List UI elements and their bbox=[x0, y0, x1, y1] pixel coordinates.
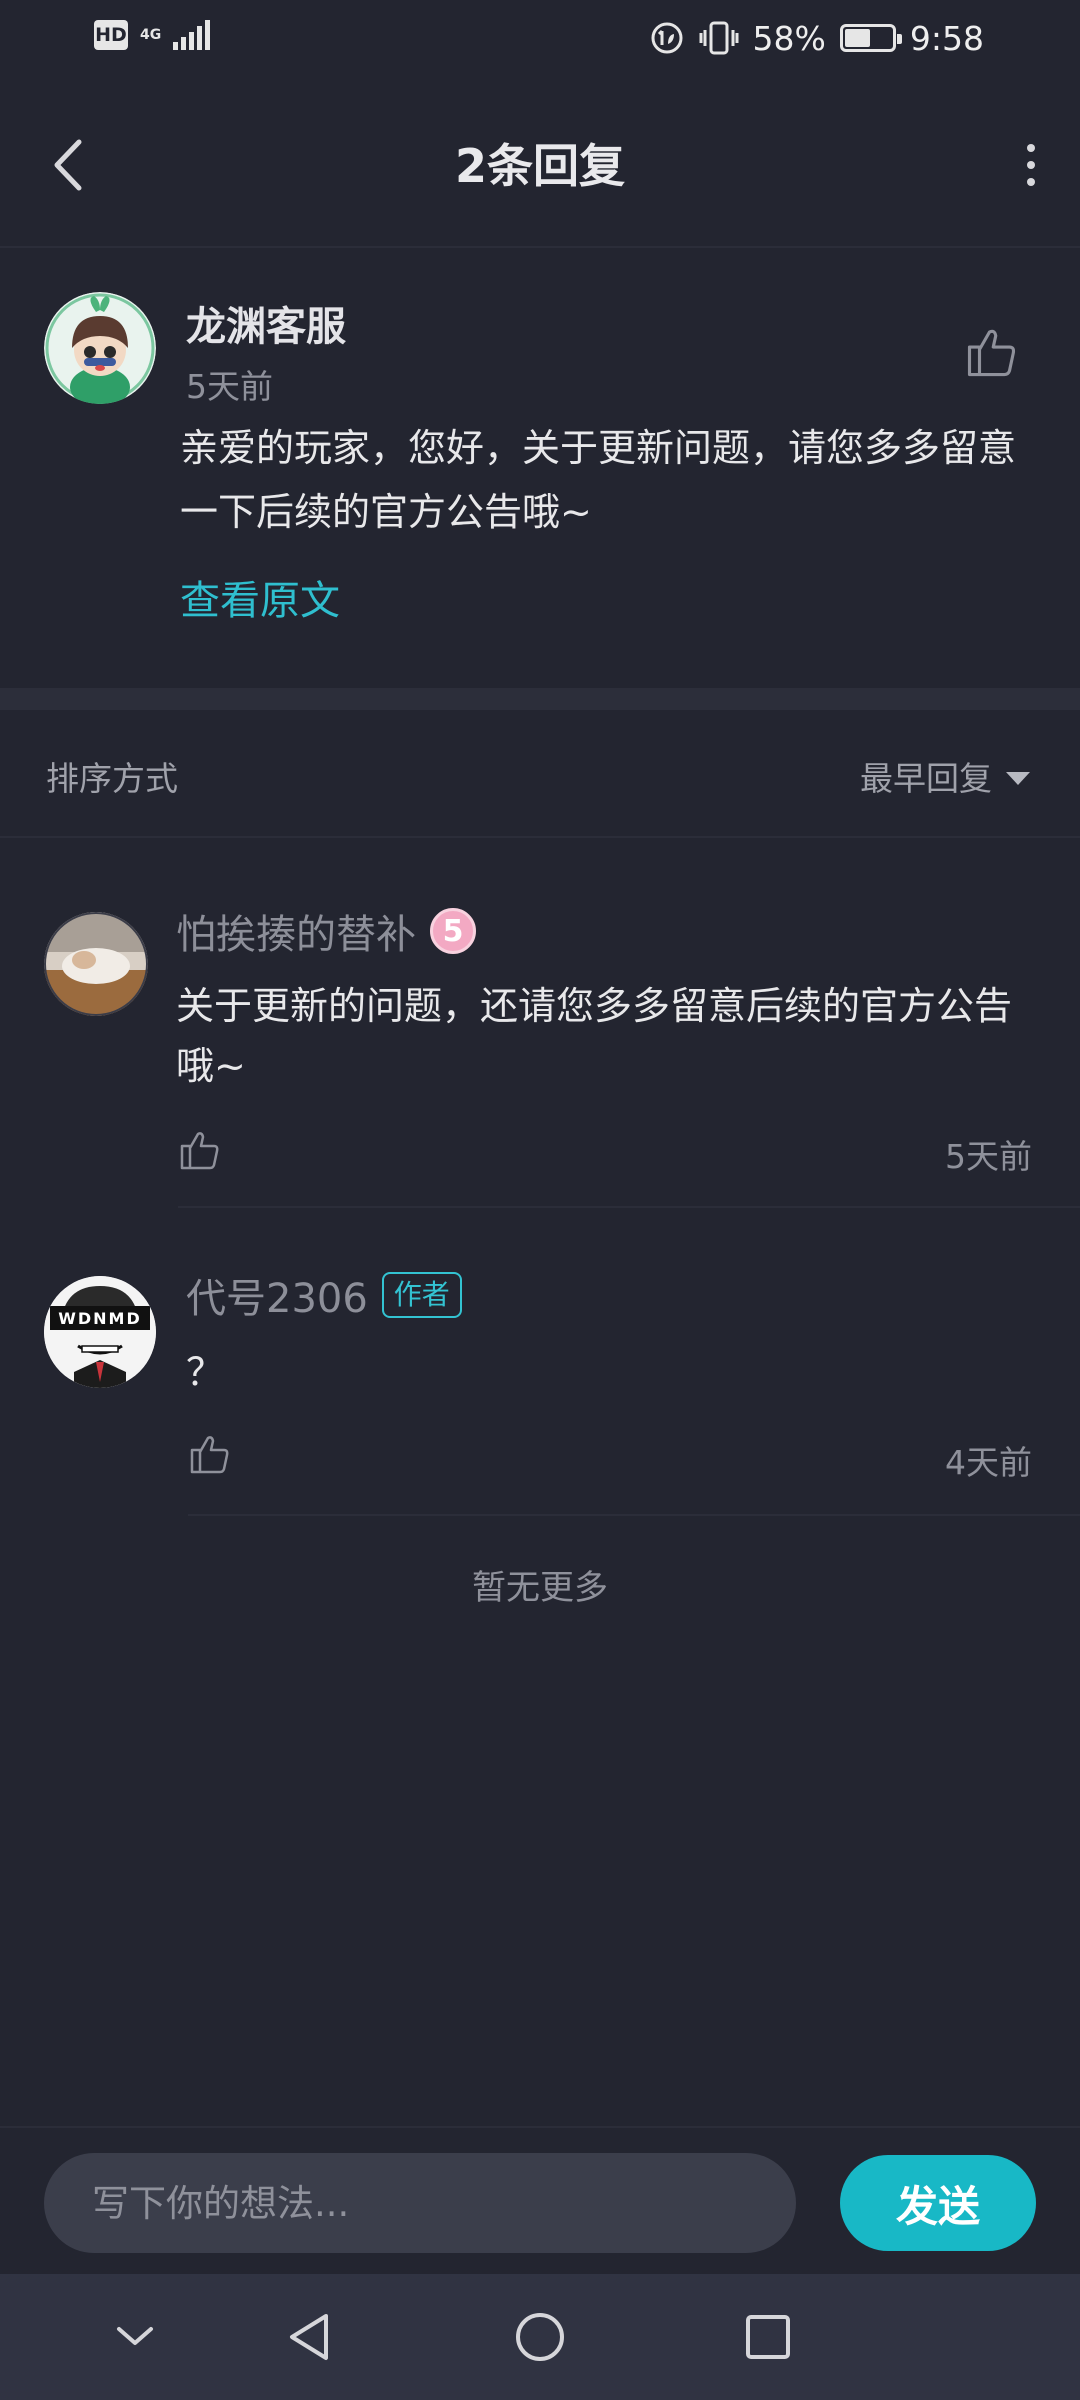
section-divider bbox=[0, 688, 1080, 710]
main-comment: 龙渊客服 5天前 亲爱的玩家，您好，关于更新问题，请您多多留意一下后续的官方公告… bbox=[0, 248, 1080, 688]
manga-avatar: WDNMD bbox=[44, 1276, 156, 1388]
battery-percent: 58% bbox=[752, 18, 826, 58]
reply-item: 怕挨揍的替补 5 关于更新的问题，还请您多多留意后续的官方公告哦~ 5天前 bbox=[0, 860, 1080, 1210]
like-button[interactable] bbox=[176, 1126, 224, 1174]
nav-hide-button[interactable] bbox=[102, 2304, 168, 2370]
triangle-back-icon bbox=[290, 2314, 328, 2360]
chevron-down-icon bbox=[117, 2327, 153, 2345]
hd-icon: HD bbox=[94, 20, 128, 50]
reply-author-row: 怕挨揍的替补 5 bbox=[176, 902, 476, 960]
reply-author-row: 代号2306 作者 bbox=[186, 1266, 462, 1324]
circle-home-icon bbox=[516, 2313, 564, 2361]
square-recents-icon bbox=[746, 2315, 790, 2359]
comment-author[interactable]: 龙渊客服 bbox=[186, 294, 346, 352]
comment-input[interactable] bbox=[44, 2153, 796, 2253]
comment-time: 5天前 bbox=[186, 367, 273, 406]
caret-down-icon bbox=[1006, 771, 1030, 785]
reply-author[interactable]: 代号2306 bbox=[186, 1266, 368, 1324]
more-dot-icon bbox=[1027, 144, 1035, 152]
system-nav-bar bbox=[0, 2274, 1080, 2400]
avatar[interactable] bbox=[44, 292, 156, 404]
status-bar: HD 4G 58% 9:58 bbox=[0, 0, 1080, 80]
avatar[interactable] bbox=[44, 912, 148, 1016]
sort-selected-value: 最早回复 bbox=[860, 759, 992, 798]
battery-fill bbox=[844, 29, 870, 47]
more-options-button[interactable] bbox=[1006, 132, 1056, 198]
reply-divider bbox=[178, 1206, 1080, 1208]
reply-body: ？ bbox=[186, 1350, 225, 1394]
nav-home-button[interactable] bbox=[507, 2304, 573, 2370]
data-saver-icon bbox=[651, 22, 683, 54]
network-type: 4G bbox=[140, 27, 162, 43]
no-more-label: 暂无更多 bbox=[472, 1568, 608, 1608]
thumbs-up-icon bbox=[967, 329, 1016, 377]
reply-author[interactable]: 怕挨揍的替补 bbox=[176, 902, 416, 960]
battery-icon bbox=[839, 24, 902, 52]
signal-icon bbox=[173, 20, 211, 50]
more-dot-icon bbox=[1027, 178, 1035, 186]
sort-dropdown[interactable]: 最早回复 bbox=[860, 752, 1030, 800]
comment-composer: 发送 bbox=[0, 2126, 1080, 2274]
vibrate-icon bbox=[699, 21, 739, 55]
reply-item: WDNMD 代号2306 作者 ？ 4天前 bbox=[0, 1230, 1080, 1520]
reply-time: 5天前 bbox=[945, 1137, 1032, 1176]
customer-service-avatar bbox=[44, 292, 156, 404]
avatar-text: WDNMD bbox=[58, 1309, 142, 1328]
reply-divider bbox=[188, 1514, 1080, 1516]
like-button[interactable] bbox=[962, 322, 1022, 382]
view-original-link[interactable]: 查看原文 bbox=[180, 568, 340, 626]
reply-body: 关于更新的问题，还请您多多留意后续的官方公告哦~ bbox=[176, 984, 1013, 1088]
level-badge: 5 bbox=[430, 908, 476, 954]
more-dot-icon bbox=[1027, 161, 1035, 169]
author-badge: 作者 bbox=[381, 1272, 462, 1318]
thumbs-up-icon bbox=[190, 1436, 229, 1474]
reply-time: 4天前 bbox=[945, 1443, 1032, 1482]
send-button[interactable]: 发送 bbox=[840, 2155, 1036, 2251]
clock: 9:58 bbox=[909, 18, 984, 58]
like-button[interactable] bbox=[186, 1430, 234, 1478]
sort-label: 排序方式 bbox=[46, 759, 178, 798]
nav-back-button[interactable] bbox=[276, 2304, 342, 2370]
status-left: HD 4G bbox=[94, 20, 211, 50]
sort-divider bbox=[0, 836, 1080, 838]
page-title: 2条回复 bbox=[454, 139, 625, 193]
comment-body: 亲爱的玩家，您好，关于更新问题，请您多多留意一下后续的官方公告哦~ bbox=[180, 426, 1017, 534]
thumbs-up-icon bbox=[180, 1132, 219, 1170]
cat-photo-avatar bbox=[44, 912, 148, 1016]
status-right: 58% 9:58 bbox=[649, 16, 984, 60]
avatar[interactable]: WDNMD bbox=[44, 1276, 156, 1388]
nav-recents-button[interactable] bbox=[735, 2304, 801, 2370]
header: 2条回复 bbox=[0, 110, 1080, 220]
